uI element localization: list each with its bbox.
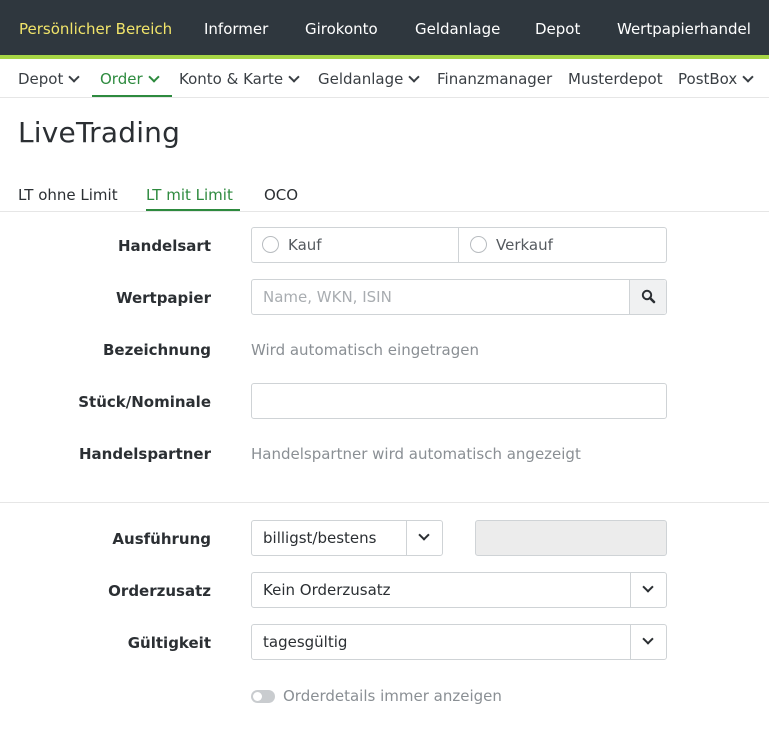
search-icon	[641, 289, 656, 304]
ausfuehrung-selected-value: billigst/bestens	[263, 529, 377, 547]
tab-lt-mit-limit[interactable]: LT mit Limit	[146, 186, 233, 204]
subnav-item-label: Musterdepot	[568, 70, 663, 88]
chevron-down-icon	[288, 71, 300, 83]
handelspartner-value: Handelspartner wird automatisch angezeig…	[251, 445, 581, 463]
section-divider	[0, 502, 769, 503]
subnav-item-label: Depot	[18, 70, 64, 88]
stueck-label: Stück/Nominale	[78, 393, 211, 411]
radio-kauf[interactable]: Kauf	[262, 228, 322, 262]
sub-navigation: Depot Order Konto & Karte Geldanlage Fin…	[0, 59, 769, 98]
radio-verkauf[interactable]: Verkauf	[470, 228, 553, 262]
wertpapier-search-field[interactable]: Name, WKN, ISIN	[251, 279, 667, 315]
gueltigkeit-select[interactable]: tagesgültig	[251, 624, 667, 660]
orderdetails-toggle[interactable]	[251, 690, 275, 703]
subnav-item-finanzmanager[interactable]: Finanzmanager	[437, 59, 552, 98]
handelsart-radio-group: Kauf Verkauf	[251, 227, 667, 263]
handelspartner-label: Handelspartner	[78, 445, 211, 463]
handelsart-label: Handelsart	[117, 237, 211, 255]
search-button[interactable]	[629, 280, 666, 314]
orderzusatz-dropdown-toggle[interactable]	[630, 573, 666, 607]
subnav-item-label: Order	[100, 70, 143, 88]
chevron-down-icon	[147, 71, 160, 83]
ausfuehrung-dropdown-toggle[interactable]	[406, 521, 442, 555]
limit-input-disabled	[475, 520, 667, 556]
radio-kauf-label: Kauf	[288, 236, 322, 254]
radio-circle-icon	[470, 236, 487, 253]
gueltigkeit-dropdown-toggle[interactable]	[630, 625, 666, 659]
subnav-item-geldanlage[interactable]: Geldanlage	[318, 59, 421, 98]
chevron-down-icon	[642, 633, 654, 645]
page-title: LiveTrading	[18, 116, 181, 149]
topnav-item-wertpapierhandel[interactable]: Wertpapierhandel	[617, 0, 751, 55]
tab-lt-ohne-limit[interactable]: LT ohne Limit	[18, 186, 118, 204]
subnav-item-label: Konto & Karte	[179, 70, 284, 88]
chevron-down-icon	[68, 71, 81, 83]
wertpapier-search-input[interactable]: Name, WKN, ISIN	[263, 280, 392, 314]
orderzusatz-selected-value: Kein Orderzusatz	[263, 581, 391, 599]
chevron-down-icon	[418, 529, 430, 541]
radio-verkauf-label: Verkauf	[496, 236, 553, 254]
tab-oco[interactable]: OCO	[264, 186, 298, 204]
chevron-down-icon	[642, 581, 654, 593]
orderdetails-toggle-label[interactable]: Orderdetails immer anzeigen	[283, 687, 502, 705]
ausfuehrung-select[interactable]: billigst/bestens	[251, 520, 443, 556]
wertpapier-label: Wertpapier	[115, 289, 211, 307]
subnav-item-konto-karte[interactable]: Konto & Karte	[179, 59, 300, 98]
ausfuehrung-label: Ausführung	[112, 530, 211, 548]
bezeichnung-label: Bezeichnung	[103, 341, 211, 359]
gueltigkeit-label: Gültigkeit	[127, 634, 211, 652]
subnav-item-label: Geldanlage	[318, 70, 404, 88]
subnav-item-label: PostBox	[678, 70, 738, 88]
subnav-item-musterdepot[interactable]: Musterdepot	[568, 59, 663, 98]
radio-circle-icon	[262, 236, 279, 253]
subnav-active-indicator	[92, 95, 172, 97]
gueltigkeit-selected-value: tagesgültig	[263, 633, 348, 651]
toggle-knob	[253, 692, 262, 701]
topnav-item-informer[interactable]: Informer	[204, 0, 268, 55]
topnav-item-persoenlicher-bereich[interactable]: Persönlicher Bereich	[19, 0, 172, 55]
subnav-item-order[interactable]: Order	[100, 59, 160, 98]
orderzusatz-select[interactable]: Kein Orderzusatz	[251, 572, 667, 608]
stueck-nominale-input[interactable]	[251, 383, 667, 419]
chevron-down-icon	[408, 71, 421, 83]
subnav-item-depot[interactable]: Depot	[18, 59, 81, 98]
topnav-item-girokonto[interactable]: Girokonto	[305, 0, 378, 55]
topnav-item-depot[interactable]: Depot	[535, 0, 580, 55]
orderzusatz-label: Orderzusatz	[108, 582, 211, 600]
chevron-down-icon	[742, 71, 754, 83]
subnav-item-label: Finanzmanager	[437, 70, 553, 88]
radio-divider	[458, 228, 459, 262]
topnav-item-geldanlage[interactable]: Geldanlage	[415, 0, 500, 55]
bezeichnung-value: Wird automatisch eingetragen	[251, 341, 479, 359]
top-navigation: Persönlicher Bereich Informer Girokonto …	[0, 0, 769, 55]
tabs-divider	[0, 211, 769, 212]
subnav-item-postbox[interactable]: PostBox	[678, 59, 754, 98]
